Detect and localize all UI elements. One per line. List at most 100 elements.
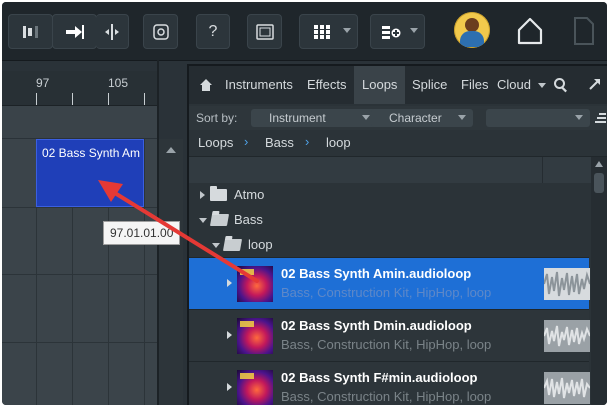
breadcrumb-loop[interactable]: loop (326, 135, 351, 150)
loop-file-row[interactable]: 02 Bass Synth Dmin.audioloop Bass, Const… (189, 309, 590, 361)
sort-secondary-value: Character (389, 111, 442, 125)
track-separator (2, 342, 157, 343)
add-track-icon (381, 25, 400, 39)
tab-loops[interactable]: Loops (354, 66, 406, 104)
tab-effects[interactable]: Effects (307, 66, 347, 104)
waveform-preview (544, 320, 590, 352)
clip-label: 02 Bass Synth Amin.audioloop (42, 146, 140, 160)
ruler-mark-97: 97 (36, 76, 50, 90)
main-toolbar: ? (2, 2, 607, 61)
chevron-down-icon (458, 115, 466, 120)
browser-home-icon[interactable] (199, 78, 213, 92)
file-tags: Bass, Construction Kit, HipHop, loop (281, 389, 492, 404)
scroll-thumb[interactable] (594, 173, 604, 193)
cloud-dropdown-icon[interactable] (538, 83, 546, 88)
ruler-tick (36, 93, 37, 105)
chevron-right-icon: › (305, 134, 310, 149)
loop-toggle-button[interactable] (8, 14, 53, 49)
track-separator (2, 207, 157, 208)
tab-files[interactable]: Files (461, 66, 488, 104)
loop-file-row[interactable]: 02 Bass Synth F#min.audioloop Bass, Cons… (189, 361, 590, 405)
expand-arrow-icon[interactable] (587, 76, 603, 92)
tree-item-loop[interactable]: loop (189, 233, 589, 257)
search-icon[interactable] (553, 77, 569, 93)
tree-item-label: Bass (234, 212, 263, 227)
user-avatar[interactable] (454, 12, 490, 48)
expand-arrow-icon[interactable] (227, 383, 232, 391)
browser-panel: Instruments Effects Loops Splice Files C… (187, 64, 607, 405)
ruler-tick (72, 93, 73, 105)
tree-item-label: Atmo (234, 187, 265, 202)
app-window: ? 97 105 02 Bass Synth Am 97.01.01.00 In… (2, 2, 607, 405)
column-header (189, 157, 607, 183)
waveform-preview (544, 372, 590, 404)
file-tags: Bass, Construction Kit, HipHop, loop (281, 337, 492, 352)
split-cursor-icon (105, 23, 119, 40)
column-divider (542, 157, 543, 183)
avatar-body (460, 31, 484, 47)
track-separator (2, 274, 157, 275)
chevron-right-icon: › (244, 134, 249, 149)
tab-cloud[interactable]: Cloud (497, 66, 531, 104)
tab-splice[interactable]: Splice (412, 66, 447, 104)
browser-tabs: Instruments Effects Loops Splice Files C… (189, 66, 607, 104)
collapse-arrow-icon[interactable] (199, 218, 207, 223)
position-tooltip: 97.01.01.00 (103, 221, 181, 245)
help-button[interactable]: ? (196, 14, 230, 49)
folder-icon (210, 186, 227, 201)
breadcrumb-bass[interactable]: Bass (265, 135, 294, 150)
ruler-tick (144, 93, 145, 105)
sort-order-icon[interactable] (594, 111, 606, 125)
scroll-up-icon[interactable] (166, 147, 176, 153)
breadcrumb: Loops › Bass › loop (189, 130, 607, 157)
split-button[interactable] (96, 14, 129, 49)
video-button[interactable] (247, 14, 282, 49)
tree-item-bass[interactable]: Bass (189, 208, 589, 232)
sort-by-label: Sort by: (196, 111, 238, 125)
loop-file-row[interactable]: 02 Bass Synth Amin.audioloop Bass, Const… (189, 257, 590, 309)
tab-instruments[interactable]: Instruments (225, 66, 293, 104)
ruler-mark-105: 105 (108, 76, 129, 90)
marker-lane (2, 106, 157, 138)
loop-bracket-icon (22, 25, 38, 38)
expand-arrow-icon[interactable] (227, 279, 232, 287)
chevron-down-icon (410, 28, 418, 33)
snap-button[interactable] (143, 14, 178, 49)
tree-item-atmo[interactable]: Atmo (189, 183, 589, 207)
file-name: 02 Bass Synth Dmin.audioloop (281, 318, 472, 333)
browser-scrollbar[interactable] (591, 157, 607, 405)
folder-open-icon (209, 214, 230, 226)
home-icon[interactable] (515, 16, 545, 46)
sort-primary-value: Instrument (269, 111, 326, 125)
expand-arrow-icon[interactable] (227, 331, 232, 339)
file-name: 02 Bass Synth Amin.audioloop (281, 266, 472, 281)
loop-artwork-thumbnail (237, 318, 273, 354)
arrangement-scrollbar[interactable] (159, 139, 183, 405)
arrow-right-bar-icon (65, 24, 84, 39)
loop-artwork-thumbnail (237, 266, 273, 302)
chevron-down-icon (362, 115, 370, 120)
snap-target-icon (152, 23, 169, 40)
add-track-button[interactable] (370, 14, 425, 49)
scroll-up-icon[interactable] (595, 161, 603, 167)
document-icon[interactable] (572, 16, 596, 46)
grid-view-button[interactable] (299, 14, 358, 49)
sort-secondary-select[interactable]: Character (371, 109, 473, 127)
ruler-tick (108, 93, 109, 105)
expand-arrow-icon[interactable] (200, 191, 205, 199)
sort-tertiary-select[interactable] (486, 109, 590, 127)
chevron-down-icon (343, 28, 351, 33)
loop-artwork-thumbnail (237, 370, 273, 405)
breadcrumb-loops[interactable]: Loops (198, 135, 233, 150)
audio-clip[interactable]: 02 Bass Synth Amin.audioloop (36, 139, 144, 207)
waveform-preview (544, 268, 590, 300)
grid-line (144, 139, 145, 405)
file-name: 02 Bass Synth F#min.audioloop (281, 370, 478, 385)
autoscroll-button[interactable] (52, 14, 97, 49)
sort-bar: Sort by: Instrument Character (189, 106, 607, 130)
sort-primary-select[interactable]: Instrument (251, 109, 377, 127)
avatar-face (465, 18, 479, 32)
collapse-arrow-icon[interactable] (212, 243, 220, 248)
film-strip-icon (255, 23, 274, 40)
timeline-ruler[interactable]: 97 105 (2, 71, 157, 106)
